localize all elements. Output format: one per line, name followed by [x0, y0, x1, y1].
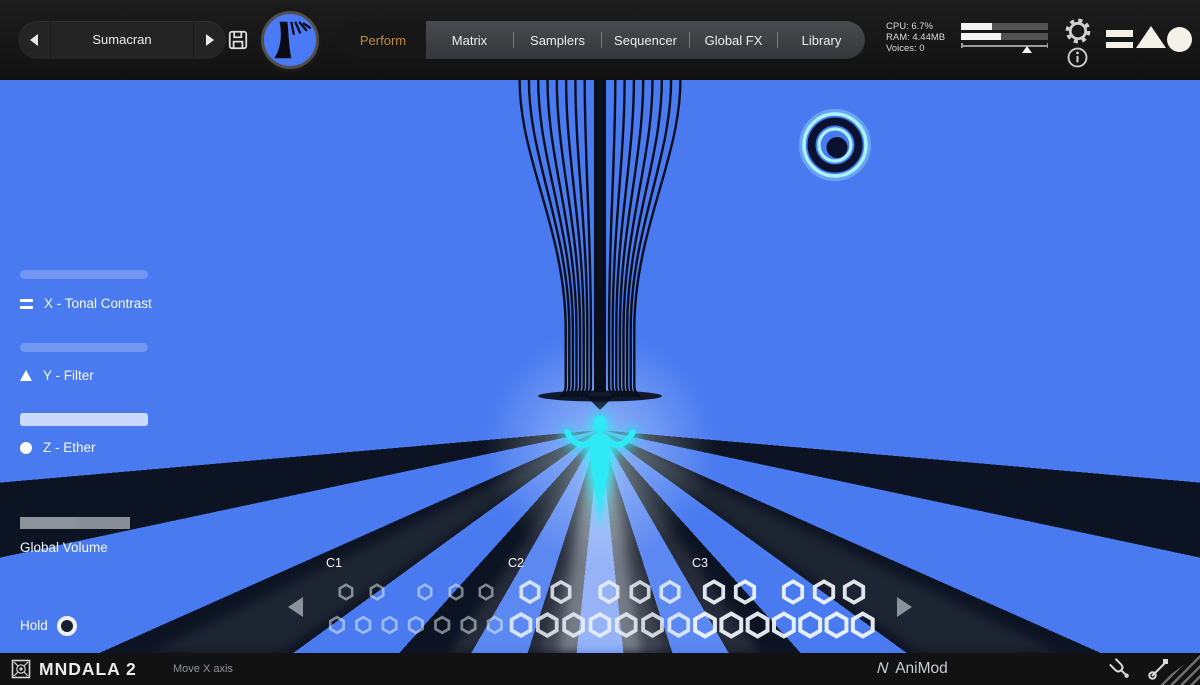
preset-name[interactable]: Sumacran: [50, 21, 194, 59]
level-meter-2-fill: [961, 33, 1001, 40]
level-meter-2: [961, 33, 1048, 40]
save-preset-button[interactable]: [227, 29, 249, 51]
hex-key[interactable]: [409, 617, 422, 633]
footer-bar: MNDALA 2 Move X axis N AniMod: [0, 653, 1200, 685]
hold-label: Hold: [20, 618, 48, 633]
voices-stat: Voices: 0: [886, 43, 945, 54]
animod-label: AniMod: [895, 660, 948, 678]
y-axis-label-row: Y - Filter: [20, 368, 94, 383]
info-button[interactable]: [1066, 46, 1089, 69]
xy-pad-cursor[interactable]: [802, 112, 868, 178]
x-axis-label-row: X - Tonal Contrast: [20, 296, 152, 311]
tuning-fork-icon: [1106, 656, 1132, 682]
tab-sequencer[interactable]: Sequencer: [602, 21, 689, 59]
hold-toggle[interactable]: [57, 616, 77, 636]
y-axis-label: Y - Filter: [43, 368, 94, 383]
settings-button[interactable]: [1064, 17, 1092, 45]
level-meter-1-fill: [961, 23, 992, 30]
hex-key[interactable]: [383, 617, 396, 633]
hex-key-sharp[interactable]: [450, 585, 462, 599]
octave-label-c2: C2: [508, 556, 524, 570]
level-meter-1: [961, 23, 1048, 30]
hex-key-sharp[interactable]: [784, 581, 802, 602]
header-bar: Sumacran Perform Matrix Samplers: [0, 0, 1200, 80]
chevron-left-icon: [30, 34, 38, 46]
logo-bar-icon: [1106, 30, 1133, 37]
x-axis-label: X - Tonal Contrast: [44, 296, 152, 311]
hex-key[interactable]: [748, 614, 768, 637]
tab-perform[interactable]: Perform: [340, 21, 426, 59]
hex-key[interactable]: [357, 617, 370, 633]
gear-icon: [1064, 17, 1092, 45]
tune-button[interactable]: [1106, 656, 1132, 682]
hex-key[interactable]: [436, 617, 449, 633]
z-axis-label: Z - Ether: [43, 440, 96, 455]
tab-samplers[interactable]: Samplers: [514, 21, 601, 59]
hex-key[interactable]: [774, 614, 794, 637]
global-volume-fill: [20, 517, 75, 529]
octave-label-c3: C3: [692, 556, 708, 570]
perform-stage[interactable]: X - Tonal Contrast Y - Filter Z - Ether …: [0, 80, 1200, 653]
global-volume-slider[interactable]: [20, 517, 130, 529]
status-hint: Move X axis: [173, 663, 233, 675]
hex-key[interactable]: [800, 614, 820, 637]
mandala-icon: [11, 659, 31, 679]
hex-key[interactable]: [330, 617, 343, 633]
global-volume-label: Global Volume: [20, 540, 108, 555]
hex-key[interactable]: [853, 614, 873, 637]
cpu-stat: CPU: 6.7%: [886, 21, 945, 32]
performance-stats: CPU: 6.7% RAM: 4.44MB Voices: 0: [886, 21, 945, 54]
pan-slider[interactable]: [961, 43, 1048, 54]
tab-library[interactable]: Library: [778, 21, 865, 59]
chevron-right-icon: [206, 34, 214, 46]
hex-key-sharp[interactable]: [736, 581, 754, 602]
z-axis-slider[interactable]: [20, 413, 148, 426]
animod-logo-icon: N: [875, 660, 891, 678]
tab-bar: Perform Matrix Samplers Sequencer Global…: [340, 21, 865, 59]
pan-thumb[interactable]: [1022, 46, 1032, 53]
tab-group: Matrix Samplers Sequencer Global FX Libr…: [426, 21, 865, 59]
app-logo-badge[interactable]: [261, 11, 319, 69]
triangle-icon: [20, 370, 32, 381]
equals-icon: [20, 299, 33, 309]
octave-label-c1: C1: [326, 556, 342, 570]
hex-key[interactable]: [827, 614, 847, 637]
circle-icon: [20, 442, 32, 454]
logo-bar-icon: [1106, 42, 1133, 49]
hex-key-sharp[interactable]: [480, 585, 492, 599]
plugin-window: Sumacran Perform Matrix Samplers: [0, 0, 1200, 685]
floppy-save-icon: [227, 29, 249, 51]
output-meters: [961, 23, 1048, 54]
stage-graphics: [0, 80, 1200, 653]
preset-prev-button[interactable]: [18, 21, 50, 59]
brand-name: MNDALA 2: [39, 659, 137, 680]
y-axis-slider[interactable]: [20, 343, 148, 352]
strings-logo-icon: [264, 14, 316, 66]
x-axis-slider[interactable]: [20, 270, 148, 279]
logo-triangle-icon: [1136, 26, 1166, 48]
tab-global-fx[interactable]: Global FX: [690, 21, 777, 59]
z-axis-label-row: Z - Ether: [20, 440, 96, 455]
tab-matrix[interactable]: Matrix: [426, 21, 513, 59]
animod-brand: N AniMod: [877, 660, 948, 678]
info-icon: [1066, 46, 1089, 69]
ram-stat: RAM: 4.44MB: [886, 32, 945, 43]
preset-selector[interactable]: Sumacran: [18, 21, 226, 59]
hex-key-sharp[interactable]: [371, 585, 383, 599]
logo-circle-icon: [1167, 27, 1192, 52]
hex-key-sharp[interactable]: [419, 585, 431, 599]
preset-next-button[interactable]: [194, 21, 226, 59]
